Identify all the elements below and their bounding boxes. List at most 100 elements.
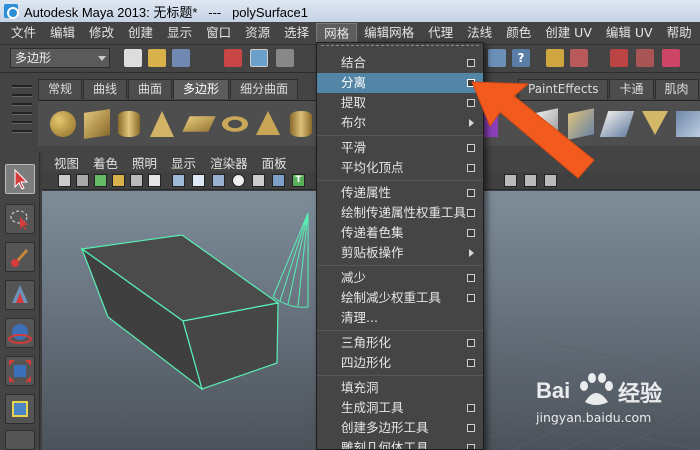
menu-item[interactable]: 文件	[4, 23, 43, 43]
option-box-icon[interactable]	[467, 274, 475, 282]
panel-menu-item[interactable]: 视图	[54, 153, 79, 172]
grid-toggle-icon[interactable]	[130, 174, 143, 187]
panel-menu-item[interactable]: 着色	[93, 153, 118, 172]
shelf-tab[interactable]: 曲线	[83, 79, 128, 99]
poly-pipe-icon[interactable]	[290, 111, 312, 137]
mesh-menu-item[interactable]: 减少	[317, 268, 483, 288]
mesh-menu-item[interactable]: 传递着色集	[317, 223, 483, 243]
menu-item[interactable]: 编辑	[43, 23, 82, 43]
select-component-icon[interactable]	[276, 49, 294, 67]
option-box-icon[interactable]	[467, 444, 475, 449]
menu-item[interactable]: 窗口	[199, 23, 238, 43]
menu-item[interactable]: 编辑 UV	[599, 23, 660, 43]
menu-item[interactable]: 网格	[316, 23, 358, 43]
menu-item[interactable]: 代理	[421, 23, 460, 43]
soft-modification-tool-icon[interactable]	[5, 430, 35, 450]
move-tool-icon[interactable]	[5, 280, 35, 310]
option-box-icon[interactable]	[467, 424, 475, 432]
menu-item[interactable]: 帮助	[660, 23, 699, 43]
option-box-icon[interactable]	[467, 339, 475, 347]
menu-item[interactable]: 显示	[160, 23, 199, 43]
mesh-menu-item[interactable]: 创建多边形工具	[317, 418, 483, 438]
mesh-menu-item[interactable]: 绘制传递属性权重工具	[317, 203, 483, 223]
shelf-tab[interactable]: 多边形	[173, 79, 230, 99]
wireframe-icon[interactable]	[172, 174, 185, 187]
mesh-menu-item[interactable]: 结合	[317, 53, 483, 73]
select-tool-icon[interactable]	[5, 164, 35, 194]
rotate-tool-icon[interactable]	[5, 318, 35, 348]
poly-sphere-icon[interactable]	[50, 111, 76, 137]
tear-off-line[interactable]	[321, 45, 479, 53]
split-polygon-icon[interactable]	[642, 111, 668, 135]
shelf-tab[interactable]: 曲面	[128, 79, 173, 99]
mesh-menu-item[interactable]: 雕刻几何体工具	[317, 438, 483, 449]
poly-pyramid-icon[interactable]	[256, 111, 280, 135]
textured-icon[interactable]	[252, 174, 265, 187]
lock-icon[interactable]	[546, 49, 564, 67]
mesh-menu-item[interactable]: 三角形化	[317, 333, 483, 353]
mesh-menu-item[interactable]: 填充洞	[317, 378, 483, 398]
shadows-icon[interactable]: T	[292, 174, 305, 187]
lasso-tool-icon[interactable]	[5, 204, 35, 234]
panel-menu-item[interactable]: 显示	[171, 153, 196, 172]
select-hierarchy-icon[interactable]	[224, 49, 242, 67]
poly-cube-icon[interactable]	[84, 109, 110, 139]
mesh-menu-item[interactable]: 清理...	[317, 308, 483, 328]
panel-menu-item[interactable]: 渲染器	[210, 153, 248, 172]
mesh-menu-item[interactable]: 提取	[317, 93, 483, 113]
image-plane-icon[interactable]	[112, 174, 125, 187]
mesh-menu-item[interactable]: 生成洞工具	[317, 398, 483, 418]
open-scene-icon[interactable]	[148, 49, 166, 67]
option-box-icon[interactable]	[467, 404, 475, 412]
render-settings-icon[interactable]	[662, 49, 680, 67]
snap-icon[interactable]	[488, 49, 506, 67]
option-box-icon[interactable]	[467, 359, 475, 367]
bookmarks-icon[interactable]	[94, 174, 107, 187]
paint-select-tool-icon[interactable]	[5, 242, 35, 272]
poly-torus-icon[interactable]	[222, 116, 248, 132]
mesh-menu-item[interactable]: 平滑	[317, 138, 483, 158]
mesh-menu-item[interactable]: 剪贴板操作	[317, 243, 483, 263]
manipulator-tool-icon[interactable]	[5, 394, 35, 424]
camera-attributes-icon[interactable]	[76, 174, 89, 187]
menu-set-selector[interactable]: 多边形	[10, 48, 110, 68]
option-box-icon[interactable]	[467, 229, 475, 237]
menu-item[interactable]: 修改	[82, 23, 121, 43]
shelf-tab[interactable]: 常规	[38, 79, 83, 99]
poly-plane-icon[interactable]	[182, 116, 216, 132]
poly-cylinder-icon[interactable]	[118, 111, 140, 137]
menu-item[interactable]: 资源	[238, 23, 277, 43]
ipr-render-icon[interactable]	[636, 49, 654, 67]
menu-item[interactable]: 创建	[121, 23, 160, 43]
option-box-icon[interactable]	[467, 209, 475, 217]
shelf-tab[interactable]: 肌肉	[654, 79, 699, 99]
panel-menu-item[interactable]: 照明	[132, 153, 157, 172]
option-box-icon[interactable]	[467, 59, 475, 67]
shelf-handle[interactable]	[12, 79, 32, 147]
shelf-tab[interactable]: 细分曲面	[230, 79, 299, 99]
menu-item[interactable]: 编辑网格	[357, 23, 421, 43]
all-lights-icon[interactable]	[272, 174, 285, 187]
append-polygon-icon[interactable]	[599, 111, 635, 137]
scale-tool-icon[interactable]	[5, 356, 35, 386]
use-default-material-icon[interactable]	[232, 174, 245, 187]
construction-history-icon[interactable]	[570, 49, 588, 67]
render-icon[interactable]	[610, 49, 628, 67]
mesh-menu-item[interactable]: 绘制减少权重工具	[317, 288, 483, 308]
new-scene-icon[interactable]	[124, 49, 142, 67]
option-box-icon[interactable]	[467, 189, 475, 197]
camera-icon[interactable]	[58, 174, 71, 187]
panel-menu-item[interactable]: 面板	[262, 153, 287, 172]
smooth-shade-icon[interactable]	[192, 174, 205, 187]
mesh-menu-item[interactable]: 传递属性	[317, 183, 483, 203]
mesh-menu-item[interactable]: 分离	[317, 73, 483, 93]
poly-cone-icon[interactable]	[150, 111, 174, 137]
film-gate-icon[interactable]	[148, 174, 161, 187]
select-object-icon[interactable]	[250, 49, 268, 67]
mesh-menu-item[interactable]: 平均化顶点	[317, 158, 483, 178]
save-scene-icon[interactable]	[172, 49, 190, 67]
mesh-menu-item[interactable]: 四边形化	[317, 353, 483, 373]
menu-item[interactable]: 创建 UV	[538, 23, 599, 43]
menu-item[interactable]: 法线	[460, 23, 499, 43]
help-icon[interactable]: ?	[512, 49, 530, 67]
